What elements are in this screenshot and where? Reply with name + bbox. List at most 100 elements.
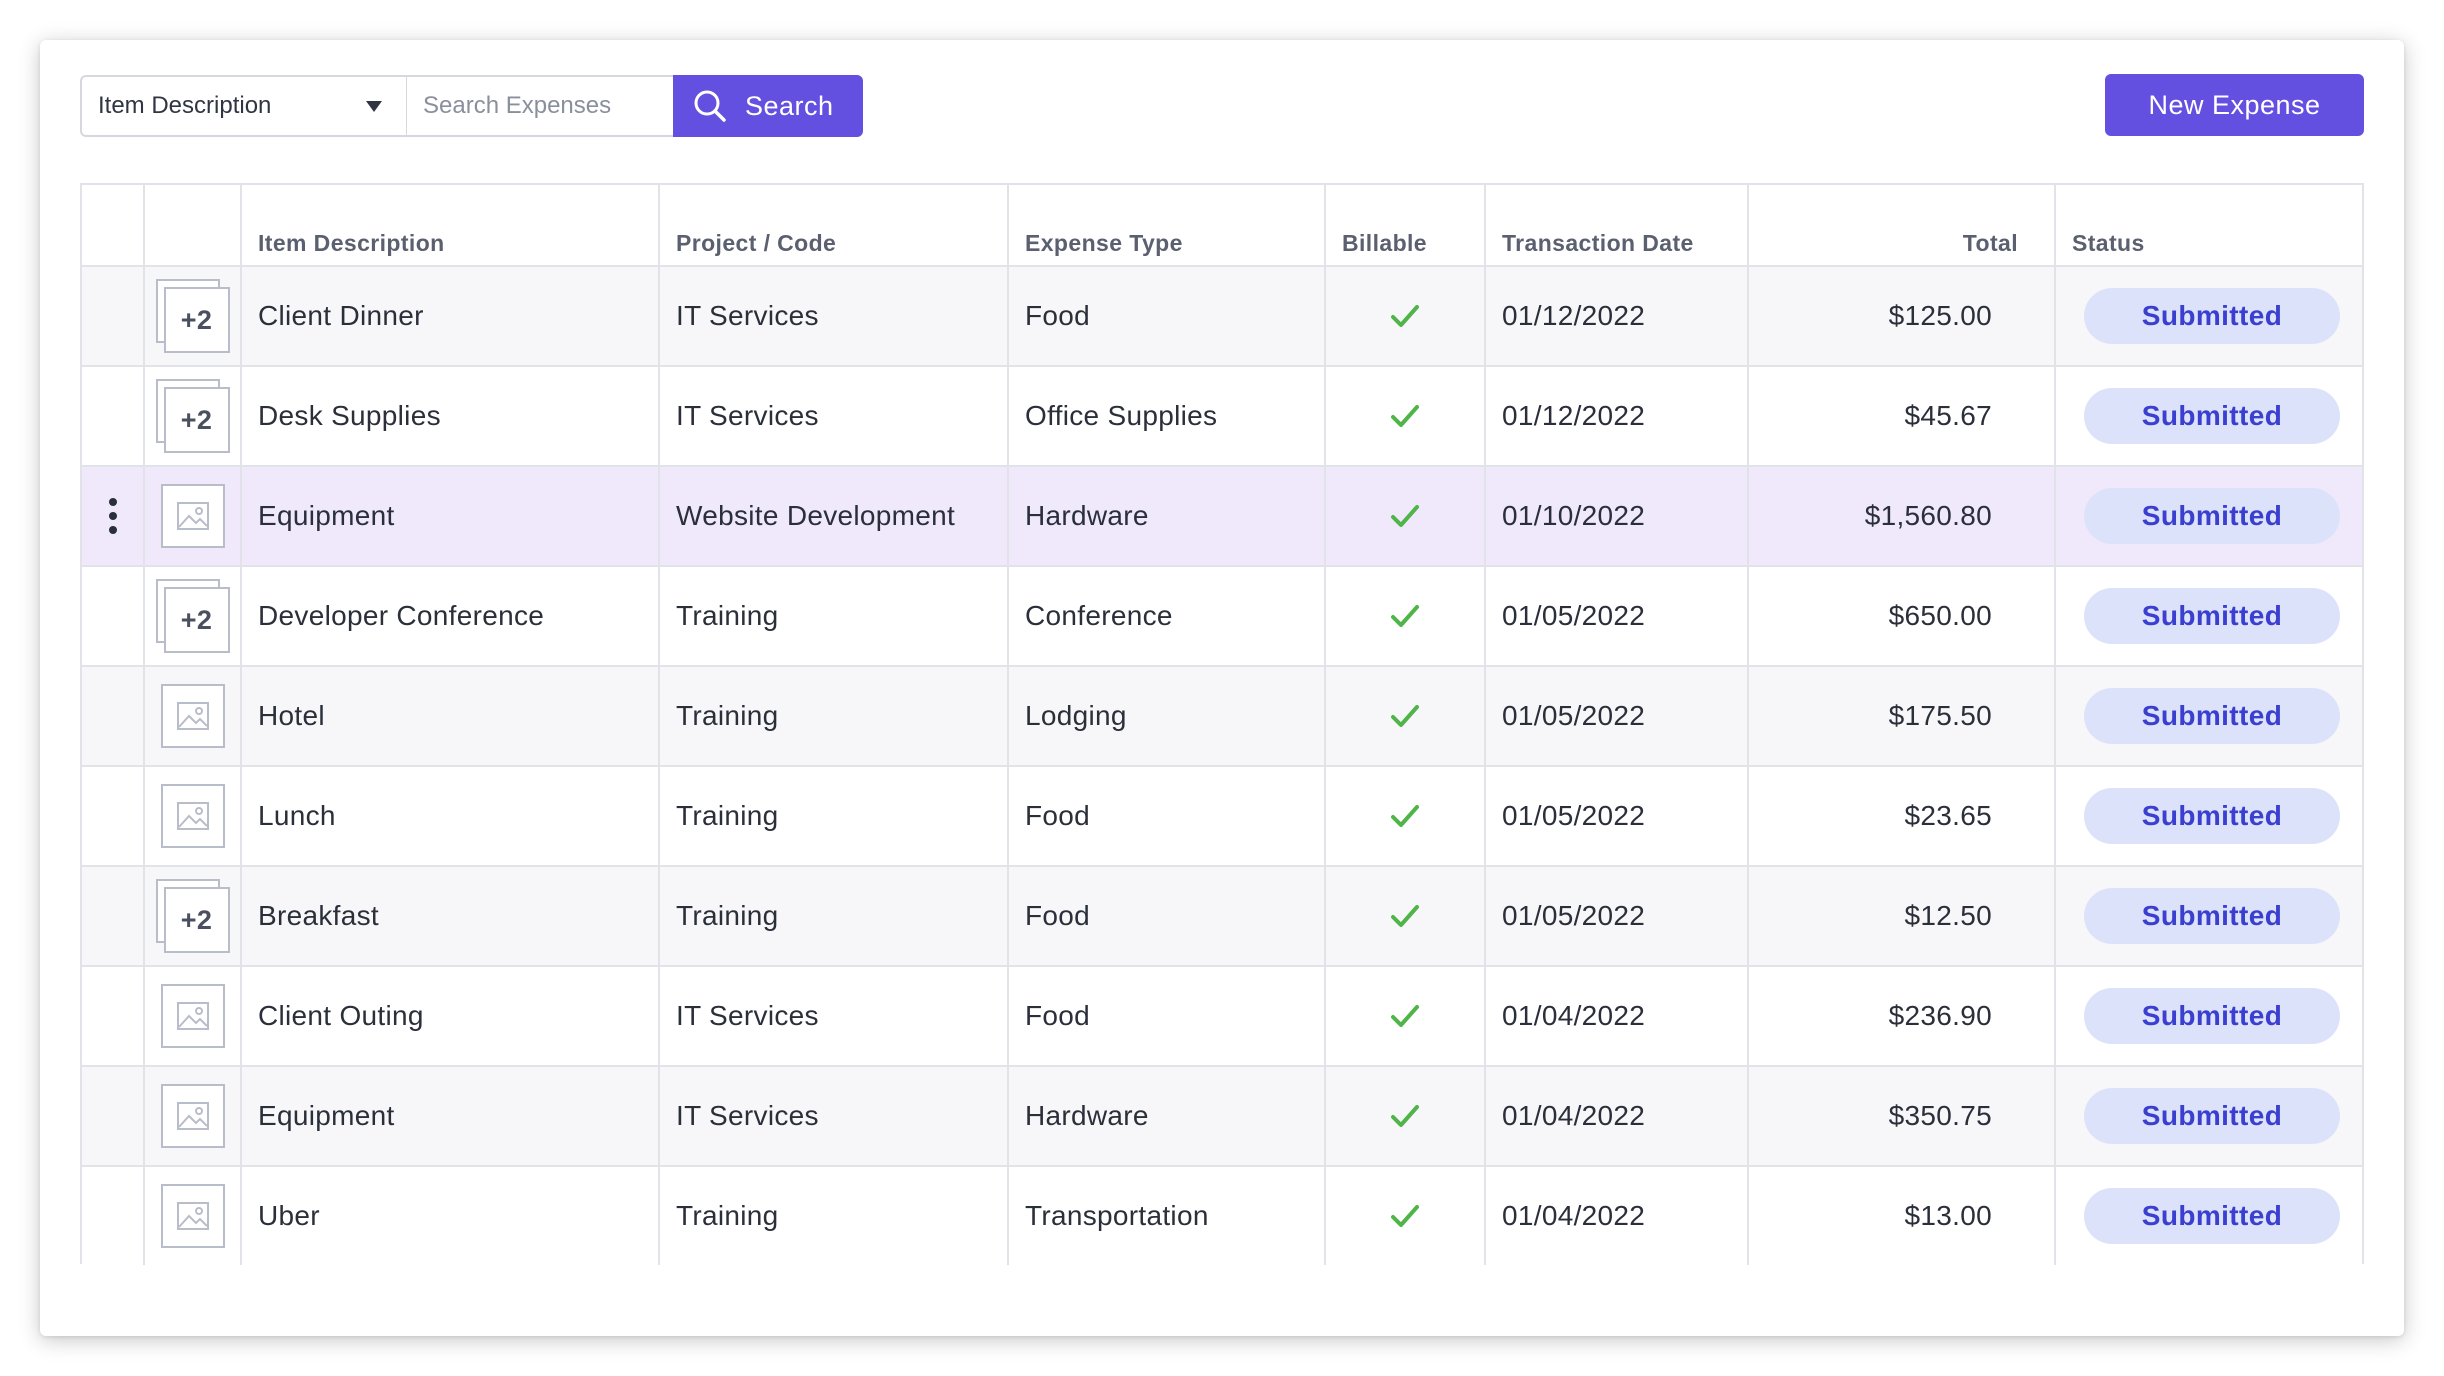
row-menu-cell: [82, 467, 143, 565]
status-cell: Submitted: [2054, 767, 2362, 865]
total-cell: $125.00: [1747, 267, 2054, 365]
toolbar: Item Description Search Expenses Search …: [80, 74, 2364, 137]
item-description-cell: Developer Conference: [240, 567, 658, 665]
receipt-thumbnail[interactable]: [160, 1084, 225, 1148]
column-header-expense-type[interactable]: Expense Type: [1007, 185, 1324, 265]
column-header-item-description[interactable]: Item Description: [240, 185, 658, 265]
attachment-cell: [143, 967, 240, 1065]
expense-type-cell: Hardware: [1007, 1067, 1324, 1165]
transaction-date-cell: 01/04/2022: [1484, 1067, 1747, 1165]
row-menu-cell: [82, 367, 143, 465]
receipt-stack[interactable]: +2: [155, 379, 230, 453]
attachment-count: +2: [163, 587, 230, 653]
row-menu-cell: [82, 867, 143, 965]
item-description-cell: Client Dinner: [240, 267, 658, 365]
expense-type-cell: Office Supplies: [1007, 367, 1324, 465]
expense-type-cell: Lodging: [1007, 667, 1324, 765]
item-description-cell: Hotel: [240, 667, 658, 765]
table-row[interactable]: Equipment IT Services Hardware 01/04/2022 $3…: [82, 1065, 2362, 1165]
total-cell: $175.50: [1747, 667, 2054, 765]
attachment-cell: [143, 467, 240, 565]
receipt-stack[interactable]: +2: [155, 579, 230, 653]
table-row[interactable]: Uber Training Transportation 01/04/2022 $13.…: [82, 1165, 2362, 1265]
expense-type-cell: Food: [1007, 967, 1324, 1065]
total-cell: $23.65: [1747, 767, 2054, 865]
total-cell: $13.00: [1747, 1167, 2054, 1265]
project-code-cell: Website Development: [658, 467, 1007, 565]
transaction-date-cell: 01/04/2022: [1484, 967, 1747, 1065]
table-row[interactable]: +2 Desk Supplies IT Services Office Supplie…: [82, 365, 2362, 465]
column-header-total[interactable]: Total: [1747, 185, 2054, 265]
check-icon: [1391, 605, 1419, 627]
receipt-thumbnail[interactable]: [160, 984, 225, 1048]
column-header-status[interactable]: Status: [2054, 185, 2362, 265]
search-placeholder: Search Expenses: [423, 92, 612, 119]
table-row[interactable]: Equipment Website Development Hardware 01/1…: [82, 465, 2362, 565]
status-badge: Submitted: [2084, 988, 2340, 1044]
item-description-cell: Lunch: [240, 767, 658, 865]
expense-type-cell: Food: [1007, 867, 1324, 965]
row-menu-cell: [82, 1067, 143, 1165]
search-input[interactable]: Search Expenses: [407, 75, 673, 137]
project-code-cell: IT Services: [658, 267, 1007, 365]
search-icon: [694, 90, 726, 122]
status-cell: Submitted: [2054, 567, 2362, 665]
row-menu-cell: [82, 1167, 143, 1265]
attachment-cell: +2: [143, 367, 240, 465]
receipt-thumbnail[interactable]: [160, 1184, 225, 1248]
status-badge: Submitted: [2084, 788, 2340, 844]
receipt-thumbnail[interactable]: [160, 484, 225, 548]
receipt-thumbnail[interactable]: [160, 684, 225, 748]
expenses-card: Item Description Search Expenses Search …: [40, 40, 2404, 1336]
check-icon: [1391, 805, 1419, 827]
image-placeholder-icon: [176, 1002, 209, 1030]
status-badge: Submitted: [2084, 488, 2340, 544]
status-badge: Submitted: [2084, 288, 2340, 344]
status-cell: Submitted: [2054, 367, 2362, 465]
receipt-stack[interactable]: +2: [155, 879, 230, 953]
item-description-cell: Breakfast: [240, 867, 658, 965]
row-menu-cell: [82, 267, 143, 365]
image-placeholder-icon: [176, 702, 209, 730]
status-badge: Submitted: [2084, 688, 2340, 744]
search-button-label: Search: [745, 90, 834, 121]
table-row[interactable]: Hotel Training Lodging 01/05/2022 $175.50 Sub…: [82, 665, 2362, 765]
billable-cell: [1324, 867, 1484, 965]
image-placeholder-icon: [176, 802, 209, 830]
billable-cell: [1324, 967, 1484, 1065]
total-cell: $350.75: [1747, 1067, 2054, 1165]
total-cell: $236.90: [1747, 967, 2054, 1065]
column-header-billable[interactable]: Billable: [1324, 185, 1484, 265]
transaction-date-cell: 01/05/2022: [1484, 767, 1747, 865]
column-header-project-code[interactable]: Project / Code: [658, 185, 1007, 265]
project-code-cell: Training: [658, 567, 1007, 665]
check-icon: [1391, 305, 1419, 327]
table-row[interactable]: Lunch Training Food 01/05/2022 $23.65 Submitt…: [82, 765, 2362, 865]
attachment-count: +2: [163, 887, 230, 953]
table-row[interactable]: Client Outing IT Services Food 01/04/2022 $2…: [82, 965, 2362, 1065]
search-field-select[interactable]: Item Description: [80, 75, 407, 137]
attachment-cell: +2: [143, 567, 240, 665]
receipt-stack[interactable]: +2: [155, 279, 230, 353]
transaction-date-cell: 01/04/2022: [1484, 1167, 1747, 1265]
table-row[interactable]: +2 Developer Conference Training Conference…: [82, 565, 2362, 665]
new-expense-button[interactable]: New Expense: [2105, 74, 2364, 136]
status-cell: Submitted: [2054, 967, 2362, 1065]
item-description-cell: Client Outing: [240, 967, 658, 1065]
transaction-date-cell: 01/05/2022: [1484, 867, 1747, 965]
billable-cell: [1324, 767, 1484, 865]
receipt-thumbnail[interactable]: [160, 784, 225, 848]
billable-cell: [1324, 267, 1484, 365]
row-menu-icon[interactable]: [108, 498, 117, 534]
project-code-cell: Training: [658, 1167, 1007, 1265]
search-button[interactable]: Search: [673, 75, 863, 137]
row-menu-cell: [82, 667, 143, 765]
total-cell: $1,560.80: [1747, 467, 2054, 565]
table-row[interactable]: +2 Breakfast Training Food 01/05/2022 $12.50 S…: [82, 865, 2362, 965]
expense-type-cell: Transportation: [1007, 1167, 1324, 1265]
total-cell: $45.67: [1747, 367, 2054, 465]
project-code-cell: IT Services: [658, 367, 1007, 465]
column-header-transaction-date[interactable]: Transaction Date: [1484, 185, 1747, 265]
billable-cell: [1324, 567, 1484, 665]
table-row[interactable]: +2 Client Dinner IT Services Food 01/12/2022…: [82, 265, 2362, 365]
